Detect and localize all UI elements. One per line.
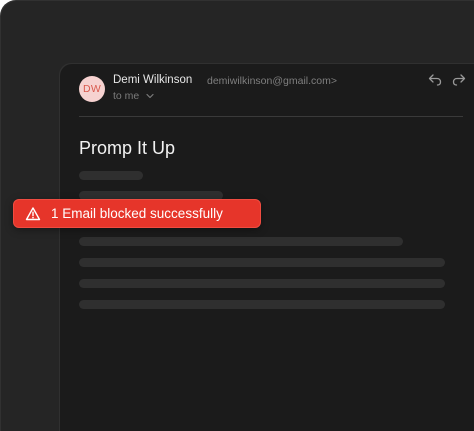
email-actions — [427, 72, 467, 88]
skeleton-line — [79, 237, 403, 246]
skeleton-line — [79, 300, 445, 309]
email-header: DW Demi Wilkinson demiwilkinson@gmail.co… — [79, 64, 466, 117]
recipient-dropdown[interactable]: to me — [113, 90, 155, 102]
skeleton-line — [79, 258, 445, 267]
blocked-toast[interactable]: 1 Email blocked successfully — [13, 199, 261, 228]
warning-icon — [25, 206, 41, 220]
skeleton-line — [79, 279, 445, 288]
sender-name: Demi Wilkinson — [113, 74, 193, 86]
forward-icon[interactable] — [451, 72, 467, 88]
recipient-label: to me — [113, 90, 140, 102]
sender-email: demiwilkinson@gmail.com> — [207, 75, 337, 87]
email-subject: Promp It Up — [79, 138, 176, 158]
app-frame: DW Demi Wilkinson demiwilkinson@gmail.co… — [0, 0, 474, 431]
chevron-down-icon — [146, 93, 154, 99]
reply-icon[interactable] — [427, 72, 443, 88]
skeleton-line — [79, 171, 143, 180]
avatar[interactable]: DW — [79, 76, 105, 102]
toast-message: 1 Email blocked successfully — [51, 206, 223, 221]
email-view: DW Demi Wilkinson demiwilkinson@gmail.co… — [60, 64, 474, 431]
